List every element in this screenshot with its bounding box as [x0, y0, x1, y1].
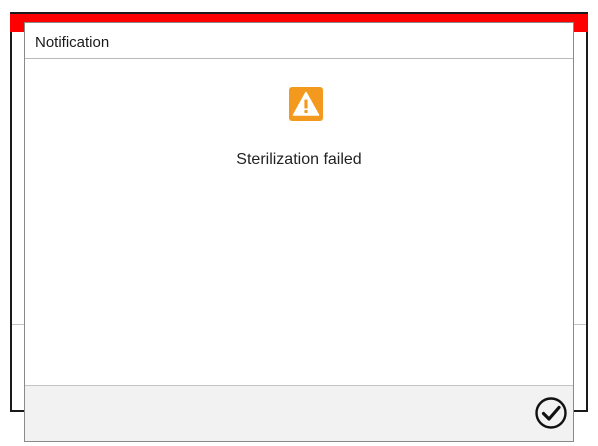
- background-divider-left: [12, 324, 24, 325]
- background-divider-right: [574, 324, 586, 325]
- checkmark-circle-icon[interactable]: [534, 396, 568, 430]
- screen-border-left: [10, 12, 12, 412]
- notification-dialog: Notification Sterilization failed: [24, 22, 574, 442]
- screen-border-right: [586, 12, 588, 412]
- notification-message: Sterilization failed: [236, 151, 362, 168]
- confirm-button[interactable]: [534, 396, 568, 430]
- dialog-footer: [25, 385, 573, 441]
- dialog-header: Notification: [25, 23, 573, 59]
- dialog-title: Notification: [35, 34, 110, 51]
- warning-icon: [289, 87, 323, 121]
- dialog-body: Sterilization failed: [25, 59, 573, 385]
